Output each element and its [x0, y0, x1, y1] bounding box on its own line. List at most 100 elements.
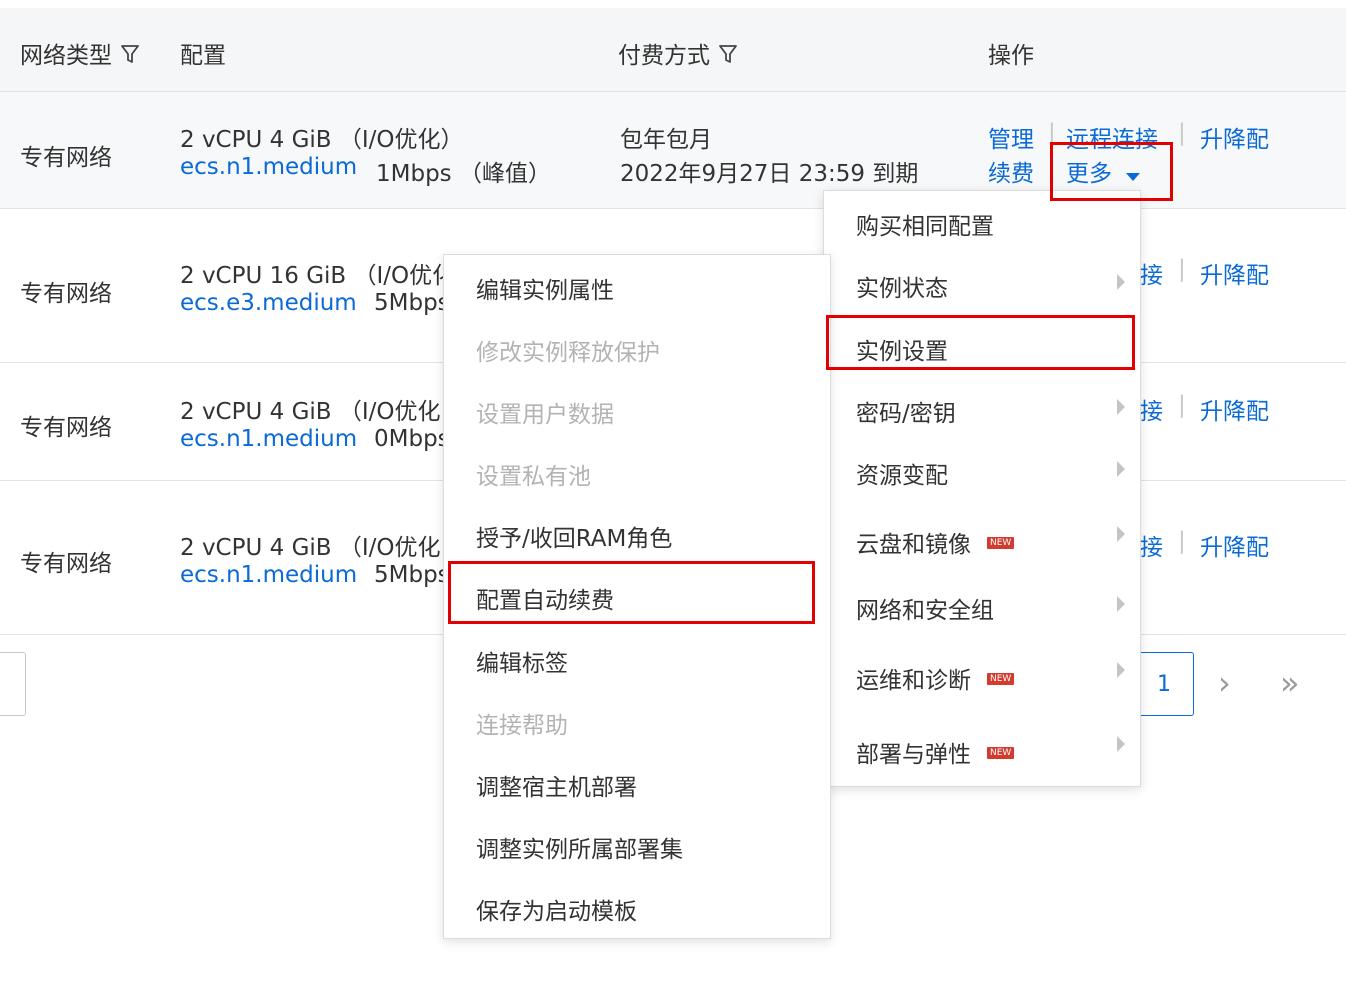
menu-item-label: 购买相同配置	[856, 214, 994, 240]
submenu-item-label: 授予/收回RAM角色	[476, 526, 673, 552]
action-separator: |	[1178, 392, 1186, 418]
chevron-right-icon	[1116, 733, 1126, 759]
menu-item-label: 资源变配	[856, 463, 948, 489]
menu-item-label: 运维和诊断	[856, 668, 971, 694]
remote-connect-link[interactable]: 接	[1140, 256, 1163, 290]
remote-connect-link[interactable]: 接	[1140, 392, 1163, 426]
filter-icon[interactable]	[718, 43, 738, 71]
menu-item-password-key[interactable]: 密码/密钥	[824, 380, 1140, 440]
new-badge: NEW	[987, 746, 1015, 759]
submenu-item-label: 调整宿主机部署	[476, 775, 637, 801]
page-number-button[interactable]: 1	[1134, 652, 1194, 716]
manage-link[interactable]: 管理	[988, 120, 1034, 154]
filter-icon[interactable]	[120, 43, 140, 71]
submenu-item-label: 连接帮助	[476, 713, 568, 739]
upgrade-link[interactable]: 升降配	[1200, 528, 1269, 562]
menu-item-network-security-group[interactable]: 网络和安全组	[824, 577, 1140, 637]
renew-link[interactable]: 续费	[988, 154, 1034, 188]
instance-type-link[interactable]: ecs.n1.medium	[180, 154, 357, 180]
bandwidth-cell: 1Mbps （峰值）	[376, 161, 551, 187]
chevron-right-icon	[1116, 396, 1126, 422]
column-actions: 操作	[988, 43, 1034, 69]
spec-cell: 2 vCPU 4 GiB （I/O优化	[180, 399, 441, 425]
menu-item-buy-same-config[interactable]: 购买相同配置	[824, 193, 1140, 253]
network-type-cell: 专有网络	[20, 145, 112, 171]
menu-item-label: 部署与弹性	[856, 742, 971, 768]
submenu-item-label: 调整实例所属部署集	[476, 837, 683, 863]
column-config: 配置	[180, 43, 226, 69]
column-network-type-label: 网络类型	[20, 43, 112, 69]
menu-item-deploy-elastic[interactable]: 部署与弹性 NEW	[824, 721, 1140, 781]
menu-item-label: 云盘和镜像	[856, 532, 971, 558]
submenu-item-label: 设置私有池	[476, 464, 591, 490]
action-separator: |	[1178, 256, 1186, 282]
menu-item-label: 密码/密钥	[856, 401, 956, 427]
chevron-right-icon	[1116, 523, 1126, 549]
network-type-cell: 专有网络	[20, 551, 112, 577]
submenu-item-label: 设置用户数据	[476, 402, 614, 428]
menu-item-resource-change[interactable]: 资源变配	[824, 442, 1140, 502]
table-header: 网络类型 配置 付费方式 操作	[0, 8, 1346, 92]
menu-item-label: 网络和安全组	[856, 598, 994, 624]
menu-item-disk-image[interactable]: 云盘和镜像 NEW	[824, 511, 1140, 571]
submenu-item-auto-renew[interactable]: 配置自动续费	[444, 567, 830, 627]
next-page-button[interactable]: ›	[1218, 664, 1231, 702]
instance-type-link[interactable]: ecs.n1.medium	[180, 562, 357, 588]
new-badge: NEW	[987, 536, 1015, 549]
upgrade-link[interactable]: 升降配	[1200, 392, 1269, 426]
upgrade-link[interactable]: 升降配	[1200, 120, 1269, 154]
spec-cell: 2 vCPU 16 GiB （I/O优化	[180, 263, 456, 289]
submenu-item-label: 编辑标签	[476, 651, 568, 677]
network-type-cell: 专有网络	[20, 415, 112, 441]
menu-item-instance-status[interactable]: 实例状态	[824, 255, 1140, 315]
submenu-item-edit-tags[interactable]: 编辑标签	[444, 630, 830, 690]
chevron-right-icon	[1116, 593, 1126, 619]
more-label: 更多	[1066, 161, 1112, 187]
bandwidth-cell: 0Mbps	[374, 426, 450, 452]
more-dropdown-button[interactable]: 更多	[1066, 154, 1141, 188]
more-actions-menu: 购买相同配置 实例状态 实例设置 密码/密钥 资源变配 云盘和镜像 NEW 网络和…	[823, 190, 1141, 787]
spec-cell: 2 vCPU 4 GiB （I/O优化）	[180, 127, 464, 153]
submenu-item-save-launch-template[interactable]: 保存为启动模板	[444, 878, 830, 938]
submenu-item-label: 编辑实例属性	[476, 278, 614, 304]
submenu-item-edit-instance-attributes[interactable]: 编辑实例属性	[444, 257, 830, 317]
submenu-item-release-protection: 修改实例释放保护	[444, 319, 830, 379]
menu-item-label: 实例设置	[856, 339, 948, 365]
menu-item-instance-settings[interactable]: 实例设置	[824, 318, 1140, 378]
payment-mode-cell: 包年包月	[620, 127, 712, 153]
menu-item-ops-diagnosis[interactable]: 运维和诊断 NEW	[824, 647, 1140, 707]
submenu-item-label: 修改实例释放保护	[476, 340, 660, 366]
submenu-item-adjust-host-deployment[interactable]: 调整宿主机部署	[444, 754, 830, 814]
remote-connect-link[interactable]: 远程连接	[1066, 120, 1158, 154]
instance-type-link[interactable]: ecs.n1.medium	[180, 426, 357, 452]
spec-cell: 2 vCPU 4 GiB （I/O优化	[180, 535, 441, 561]
remote-connect-link[interactable]: 接	[1140, 528, 1163, 562]
submenu-item-private-pool: 设置私有池	[444, 443, 830, 503]
submenu-item-connect-help: 连接帮助	[444, 692, 830, 752]
submenu-item-user-data: 设置用户数据	[444, 381, 830, 441]
action-separator: |	[1048, 120, 1056, 146]
expiry-cell: 2022年9月27日 23:59 到期	[620, 161, 919, 187]
submenu-item-adjust-deployment-set[interactable]: 调整实例所属部署集	[444, 816, 830, 876]
column-network-type[interactable]: 网络类型	[20, 36, 140, 71]
caret-down-icon	[1125, 162, 1141, 188]
submenu-item-label: 保存为启动模板	[476, 899, 637, 925]
chevron-right-icon	[1116, 659, 1126, 685]
column-payment[interactable]: 付费方式	[618, 36, 738, 71]
network-type-cell: 专有网络	[20, 281, 112, 307]
bandwidth-cell: 5Mbps	[374, 290, 450, 316]
last-page-button[interactable]: »	[1280, 664, 1300, 702]
action-separator: |	[1178, 120, 1186, 146]
instance-settings-submenu: 编辑实例属性 修改实例释放保护 设置用户数据 设置私有池 授予/收回RAM角色 …	[443, 254, 831, 939]
chevron-right-icon	[1116, 458, 1126, 484]
bandwidth-cell: 5Mbps	[374, 562, 450, 588]
menu-item-label: 实例状态	[856, 276, 948, 302]
action-separator: |	[1178, 528, 1186, 554]
submenu-item-ram-role[interactable]: 授予/收回RAM角色	[444, 505, 830, 565]
instance-type-link[interactable]: ecs.e3.medium	[180, 290, 357, 316]
chevron-right-icon	[1116, 271, 1126, 297]
submenu-item-label: 配置自动续费	[476, 588, 614, 614]
upgrade-link[interactable]: 升降配	[1200, 256, 1269, 290]
new-badge: NEW	[987, 672, 1015, 685]
page-size-select[interactable]	[0, 652, 26, 716]
